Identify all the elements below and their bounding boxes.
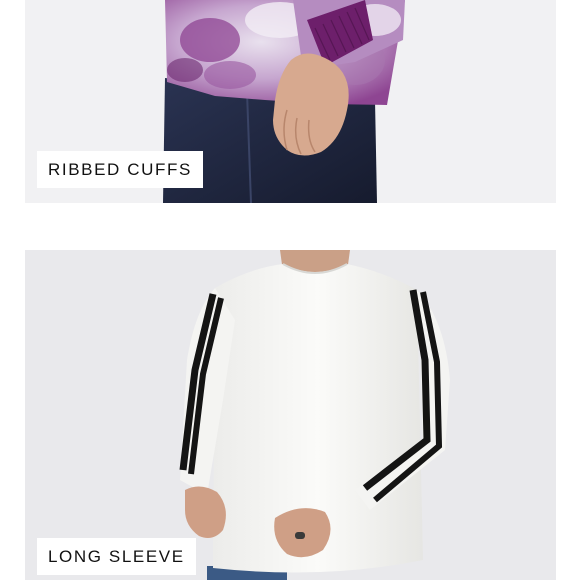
ribbed-cuffs-panel: RIBBED CUFFS: [25, 0, 556, 203]
long-sleeve-panel: LONG SLEEVE: [25, 250, 556, 580]
long-sleeve-caption: LONG SLEEVE: [37, 538, 196, 575]
long-sleeve-photo: [25, 250, 556, 580]
ribbed-cuffs-caption: RIBBED CUFFS: [37, 151, 203, 188]
